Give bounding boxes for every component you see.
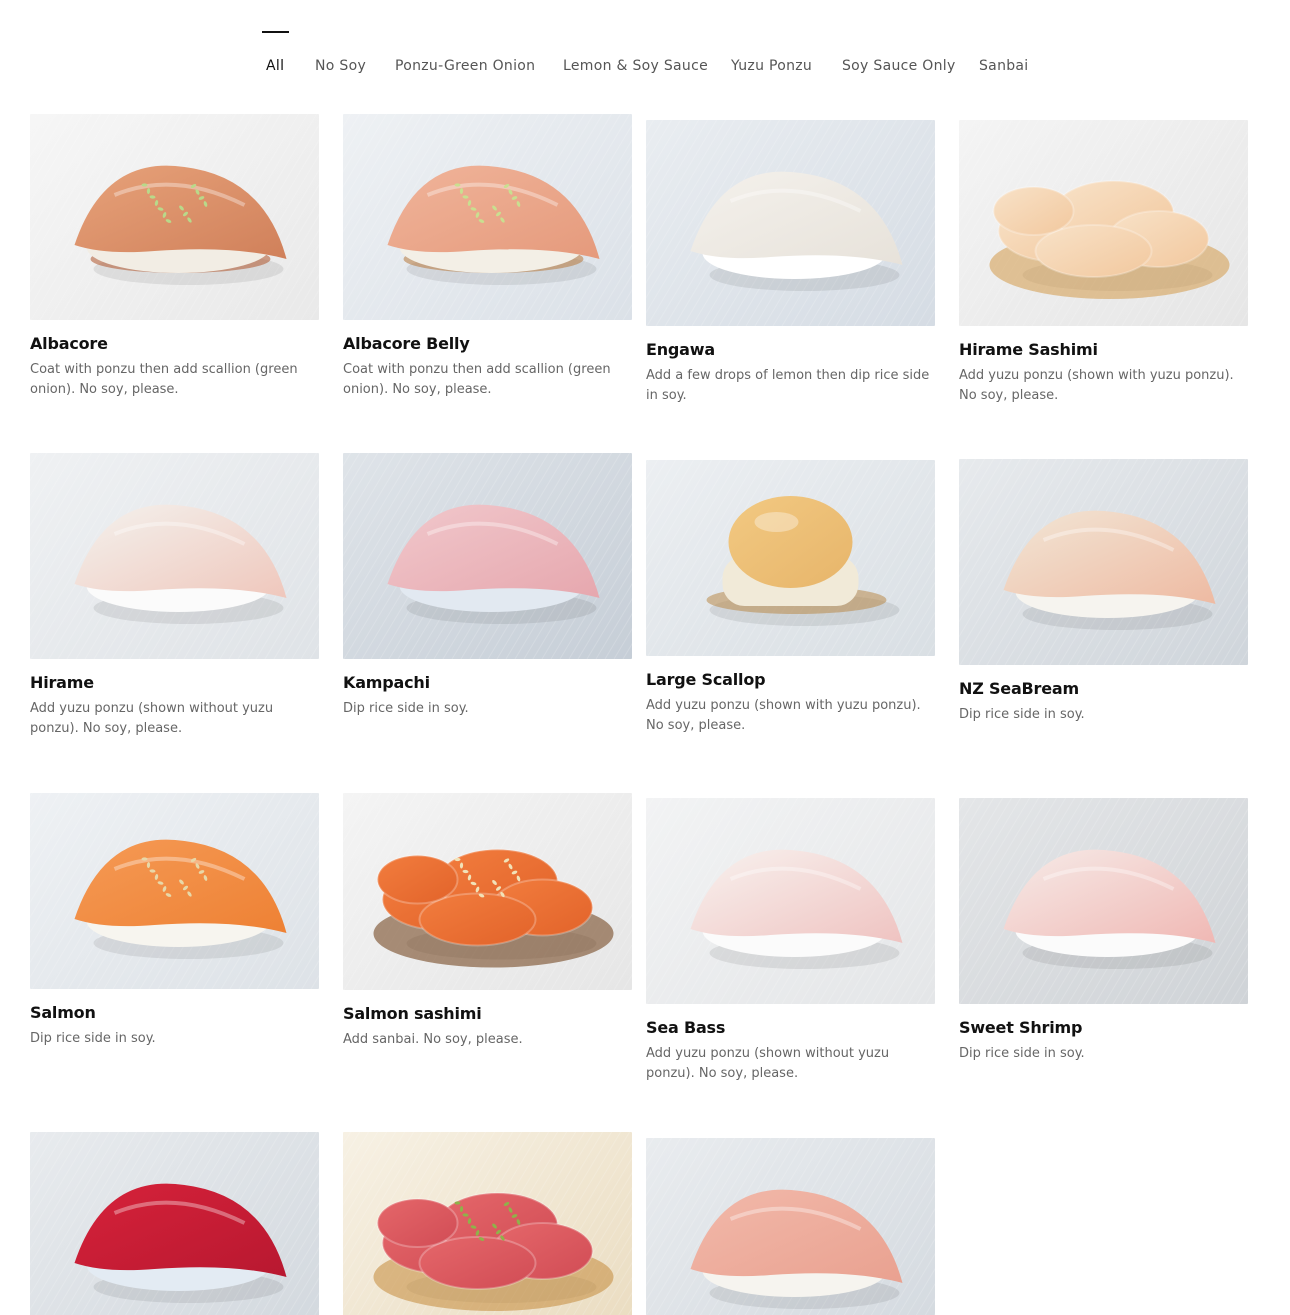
hirame-photo[interactable] (30, 453, 319, 659)
menu-page: All No Soy Ponzu-Green Onion Lemon & Soy… (0, 0, 1290, 1315)
item-name: Albacore Belly (343, 334, 470, 353)
menu-card-nz-seabream[interactable]: NZ SeaBream Dip rice side in soy. (959, 459, 1248, 725)
sea-bass-photo[interactable] (646, 798, 935, 1004)
item-description: Dip rice side in soy. (343, 701, 469, 716)
sweet-shrimp-photo[interactable] (959, 798, 1248, 1004)
menu-card-engawa[interactable]: Engawa Add a few drops of lemon then dip… (646, 120, 935, 405)
item-name: Salmon sashimi (343, 1004, 482, 1023)
item-description: Add yuzu ponzu (shown without yuzu ponzu… (646, 1046, 890, 1081)
large-scallop-photo[interactable] (646, 460, 935, 656)
item-description: Dip rice side in soy. (30, 1031, 156, 1046)
menu-card-tuna-sashimi[interactable] (343, 1132, 632, 1315)
menu-card-kampachi[interactable]: Kampachi Dip rice side in soy. (343, 453, 632, 719)
tuna-photo[interactable] (30, 1132, 319, 1315)
filter-sanbai[interactable]: Sanbai (979, 56, 1029, 76)
hirame-sashimi-photo[interactable] (959, 120, 1248, 326)
item-description: Add sanbai. No soy, please. (343, 1032, 523, 1047)
filter-bar: All No Soy Ponzu-Green Onion Lemon & Soy… (0, 0, 1290, 100)
filter-all[interactable]: All (266, 56, 284, 76)
item-name: Sweet Shrimp (959, 1018, 1083, 1037)
filter-ponzu-green-onion[interactable]: Ponzu-Green Onion (395, 56, 535, 76)
menu-card-large-scallop[interactable]: Large Scallop Add yuzu ponzu (shown with… (646, 460, 935, 735)
item-description: Add a few drops of lemon then dip rice s… (646, 368, 930, 403)
filter-no-soy[interactable]: No Soy (315, 56, 366, 76)
albacore-belly-photo[interactable] (343, 114, 632, 320)
item-name: Engawa (646, 340, 715, 359)
menu-card-salmon[interactable]: Salmon Dip rice side in soy. (30, 793, 319, 1049)
albacore-photo[interactable] (30, 114, 319, 320)
menu-card-salmon-sashimi[interactable]: Salmon sashimi Add sanbai. No soy, pleas… (343, 793, 632, 1050)
menu-card-albacore[interactable]: Albacore Coat with ponzu then add scalli… (30, 114, 319, 399)
menu-card-hirame[interactable]: Hirame Add yuzu ponzu (shown without yuz… (30, 453, 319, 738)
menu-card-albacore-belly[interactable]: Albacore Belly Coat with ponzu then add … (343, 114, 632, 399)
item-name: Sea Bass (646, 1018, 726, 1037)
item-name: Hirame Sashimi (959, 340, 1098, 359)
item-name: Salmon (30, 1003, 96, 1022)
filter-lemon-soy-sauce[interactable]: Lemon & Soy Sauce (563, 56, 708, 76)
item-description: Coat with ponzu then add scallion (green… (343, 362, 611, 397)
item-description: Add yuzu ponzu (shown without yuzu ponzu… (30, 701, 274, 736)
item-name: Large Scallop (646, 670, 766, 689)
kampachi-photo[interactable] (343, 453, 632, 659)
item-name: Kampachi (343, 673, 430, 692)
item-description: Add yuzu ponzu (shown with yuzu ponzu). … (646, 698, 921, 733)
filter-soy-sauce-only[interactable]: Soy Sauce Only (842, 56, 956, 76)
yellowtail-photo[interactable] (646, 1138, 935, 1315)
salmon-sashimi-photo[interactable] (343, 793, 632, 990)
item-description: Add yuzu ponzu (shown with yuzu ponzu). … (959, 368, 1234, 403)
menu-card-yellowtail[interactable] (646, 1138, 935, 1315)
menu-card-tuna[interactable] (30, 1132, 319, 1315)
menu-card-sweet-shrimp[interactable]: Sweet Shrimp Dip rice side in soy. (959, 798, 1248, 1064)
item-description: Dip rice side in soy. (959, 707, 1085, 722)
item-description: Coat with ponzu then add scallion (green… (30, 362, 298, 397)
salmon-photo[interactable] (30, 793, 319, 989)
active-filter-underline (262, 31, 289, 33)
item-name: NZ SeaBream (959, 679, 1079, 698)
menu-card-hirame-sashimi[interactable]: Hirame Sashimi Add yuzu ponzu (shown wit… (959, 120, 1248, 405)
menu-card-sea-bass[interactable]: Sea Bass Add yuzu ponzu (shown without y… (646, 798, 935, 1083)
nz-seabream-photo[interactable] (959, 459, 1248, 665)
tuna-sashimi-photo[interactable] (343, 1132, 632, 1315)
item-name: Albacore (30, 334, 108, 353)
engawa-photo[interactable] (646, 120, 935, 326)
item-name: Hirame (30, 673, 94, 692)
item-description: Dip rice side in soy. (959, 1046, 1085, 1061)
filter-yuzu-ponzu[interactable]: Yuzu Ponzu (731, 56, 812, 76)
